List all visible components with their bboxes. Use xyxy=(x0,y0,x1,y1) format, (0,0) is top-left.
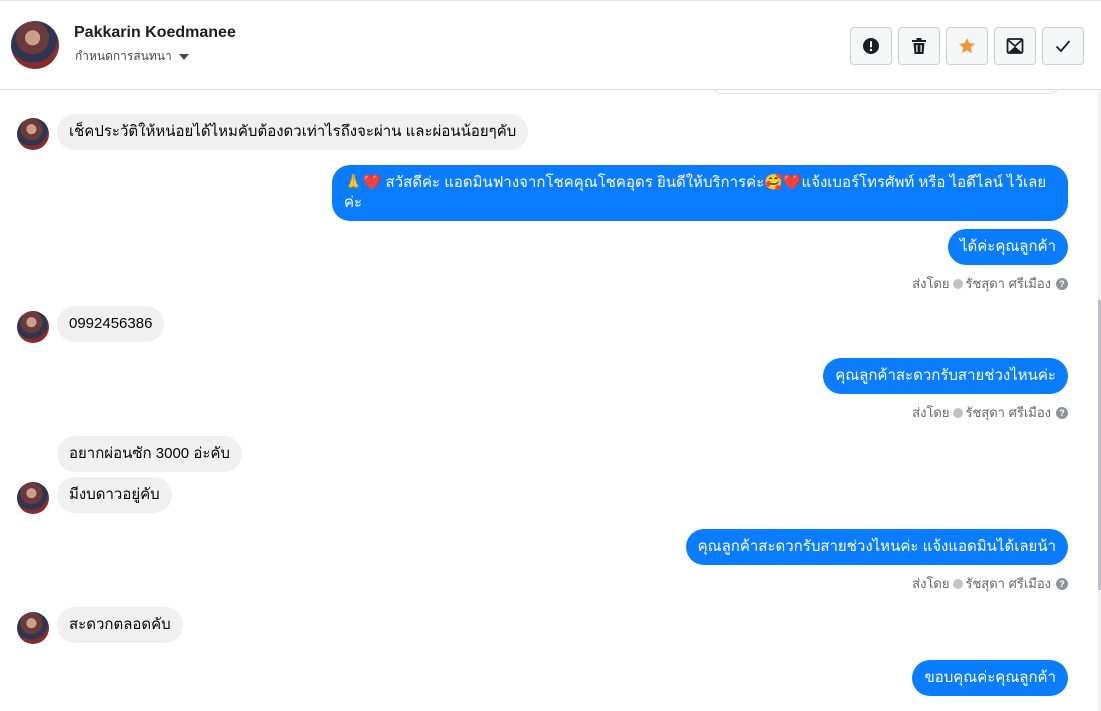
sent-by-prefix: ส่งโดย xyxy=(912,276,950,291)
chevron-down-icon xyxy=(178,53,189,60)
incoming-message[interactable]: 0992456386 xyxy=(57,306,165,342)
check-icon xyxy=(1055,40,1071,53)
mark-unread-button[interactable] xyxy=(994,27,1036,65)
outgoing-message[interactable]: ขอบคุณค่ะคุณลูกค้า xyxy=(912,660,1068,696)
sent-by-info: ส่งโดย รัชสุดา ศรีเมือง ? xyxy=(912,273,1068,294)
assign-label: กำหนดการสนทนา xyxy=(75,49,172,63)
trash-icon xyxy=(912,38,926,54)
sent-by-info: ส่งโดย รัชสุดา ศรีเมือง ? xyxy=(912,402,1068,423)
header-actions xyxy=(850,27,1084,65)
sent-by-agent[interactable]: รัชสุดา ศรีเมือง xyxy=(966,402,1052,423)
mark-spam-button[interactable] xyxy=(850,27,892,65)
sent-by-prefix: ส่งโดย xyxy=(912,405,950,420)
star-icon xyxy=(959,38,975,54)
avatar[interactable] xyxy=(17,612,49,644)
conversation-thread[interactable]: เช็คประวัติให้หน่อยได้ไหมคับต้องดวเท่าไร… xyxy=(0,90,1098,711)
incoming-message[interactable]: อยากผ่อนซัก 3000 อ่ะคับ xyxy=(57,436,242,472)
outgoing-message[interactable]: คุณลูกค้าสะดวกรับสายช่วงไหนค่ะ xyxy=(823,358,1068,394)
previous-message-bubble xyxy=(710,90,1062,94)
sent-by-agent[interactable]: รัชสุดา ศรีเมือง xyxy=(966,573,1052,594)
incoming-message[interactable]: เช็คประวัติให้หน่อยได้ไหมคับต้องดวเท่าไร… xyxy=(57,114,529,150)
avatar[interactable] xyxy=(11,21,59,69)
avatar[interactable] xyxy=(17,311,49,343)
avatar[interactable] xyxy=(17,482,49,514)
incoming-message[interactable]: มีงบดาวอยู่คับ xyxy=(57,477,172,513)
outgoing-message[interactable]: 🙏❤️ สวัสดีค่ะ แอดมินฟางจากโชคคุณโชคอุดร … xyxy=(332,165,1068,221)
alert-icon xyxy=(863,38,879,54)
help-icon[interactable]: ? xyxy=(1056,577,1068,590)
contact-name[interactable]: Pakkarin Koedmanee xyxy=(74,24,236,42)
outgoing-message[interactable]: คุณลูกค้าสะดวกรับสายช่วงไหนค่ะ แจ้งแอดมิ… xyxy=(685,529,1068,565)
help-icon[interactable]: ? xyxy=(1056,277,1068,290)
help-icon[interactable]: ? xyxy=(1056,406,1068,419)
mark-done-button[interactable] xyxy=(1042,27,1084,65)
verified-icon xyxy=(952,278,963,289)
incoming-message[interactable]: สะดวกตลอดคับ xyxy=(57,607,183,643)
verified-icon xyxy=(952,407,963,418)
avatar[interactable] xyxy=(17,118,49,150)
assign-conversation-dropdown[interactable]: กำหนดการสนทนา xyxy=(75,47,189,66)
sent-by-agent[interactable]: รัชสุดา ศรีเมือง xyxy=(966,273,1052,294)
conversation-header: Pakkarin Koedmanee กำหนดการสนทนา xyxy=(0,0,1101,90)
sent-by-prefix: ส่งโดย xyxy=(912,576,950,591)
verified-icon xyxy=(952,578,963,589)
star-button[interactable] xyxy=(946,27,988,65)
delete-button[interactable] xyxy=(898,27,940,65)
outgoing-message[interactable]: ได้ค่ะคุณลูกค้า xyxy=(947,229,1068,265)
mail-icon xyxy=(1006,38,1024,54)
sent-by-info: ส่งโดย รัชสุดา ศรีเมือง ? xyxy=(912,573,1068,594)
